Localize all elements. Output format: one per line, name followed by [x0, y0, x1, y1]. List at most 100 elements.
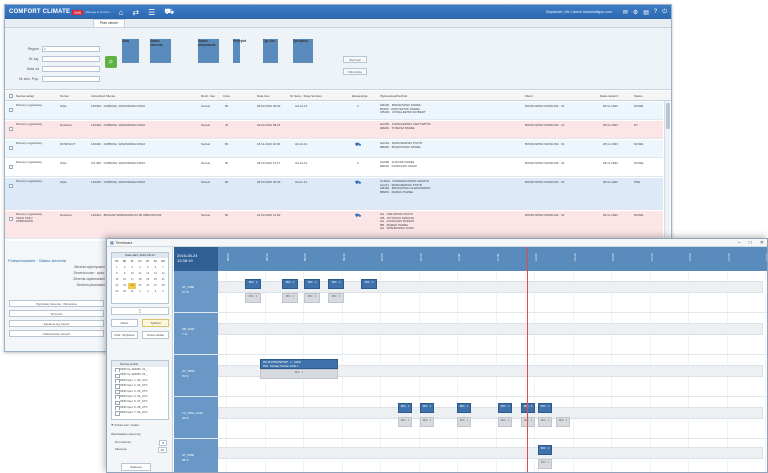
calendar-day[interactable]: 29: [113, 289, 121, 295]
select-all-checkbox[interactable]: [9, 94, 13, 98]
lane-track[interactable]: [218, 407, 763, 419]
mail-icon[interactable]: ✉: [623, 9, 628, 16]
column-header[interactable]: Adres/Kod Klienta: [91, 94, 115, 98]
settings-icon[interactable]: ⚙: [633, 9, 638, 16]
job-block[interactable]: RN1 · 1: [521, 403, 535, 413]
table-row[interactable]: Dzienny wyjazdowy DOWOLNY 140400 · OZIĘDNA…: [5, 140, 663, 158]
column-header[interactable]: Data zakończ.: [600, 94, 619, 98]
tentative-job-block[interactable]: RN1 · 1: [556, 417, 570, 427]
lane-track[interactable]: [218, 323, 763, 335]
row-checkbox[interactable]: [9, 146, 13, 150]
clear-button[interactable]: Wyczyść: [9, 310, 104, 317]
plan-orders-button[interactable]: Zaplanuj wg zleceń: [9, 320, 104, 327]
transfer-icon[interactable]: ⇄: [132, 8, 139, 17]
resource-label[interactable]: SB_2000 7 %: [174, 313, 218, 354]
calendar-day[interactable]: 30: [121, 289, 129, 295]
calendar-day[interactable]: 4: [159, 289, 167, 295]
row-checkbox[interactable]: [9, 108, 13, 112]
column-header[interactable]: Status: [634, 94, 643, 98]
region-input[interactable]: x: [42, 46, 100, 52]
job-block[interactable]: RN1 · 1: [282, 279, 298, 289]
delivery-truck-icon[interactable]: ⛟: [355, 180, 361, 187]
chart-icon[interactable]: ▤: [643, 9, 649, 16]
maximize-icon[interactable]: □: [749, 240, 752, 246]
scroll-thumb[interactable]: [666, 103, 670, 129]
help-icon[interactable]: ?: [654, 9, 657, 15]
job-block[interactable]: RN1 · 1: [245, 279, 261, 289]
week-view-button[interactable]: Tydzień: [142, 319, 169, 327]
column-header[interactable]: Czas: [223, 94, 230, 98]
job-block[interactable]: RN1 · 1: [420, 403, 434, 413]
row-checkbox[interactable]: [9, 217, 13, 221]
job-block[interactable]: RN1 · 1: [361, 279, 377, 289]
minimize-icon[interactable]: –: [738, 240, 741, 246]
job-block[interactable]: RN1 · 1: [457, 403, 471, 413]
row-checkbox[interactable]: [9, 127, 13, 131]
calendar-day[interactable]: 2: [144, 289, 152, 295]
row-checkbox[interactable]: [9, 184, 13, 188]
tentative-job-block[interactable]: RN1 · 1: [498, 417, 512, 427]
tentative-job-block[interactable]: RN1 · 1: [304, 293, 320, 303]
clear-filters-button[interactable]: Wyczyść: [343, 56, 367, 63]
lane-track[interactable]: [218, 447, 763, 459]
job-block[interactable]: RN1 · 1: [328, 279, 344, 289]
show-all-checkbox[interactable]: ⚑ Pokaż wsz. zadań: [111, 423, 139, 427]
setting-value[interactable]: 20: [157, 447, 167, 453]
tentative-job-block[interactable]: RN1 · 1: [538, 417, 552, 427]
row-checkbox[interactable]: [9, 165, 13, 169]
job-block[interactable]: RN1 · 1: [538, 403, 552, 413]
job-block[interactable]: RN1 · 1: [498, 403, 512, 413]
delivery-truck-icon[interactable]: ⛟: [355, 142, 361, 149]
date-from-input[interactable]: [42, 66, 100, 72]
tentative-job-block[interactable]: RN1 · 1: [457, 417, 471, 427]
tentative-job-block[interactable]: RN1 · 1: [245, 293, 261, 303]
today-button[interactable]: Dziś / Wybrane: [111, 331, 138, 339]
job-block[interactable]: RN 45·RTRANSPORT · 1 · 10000 TRN · Monda…: [260, 359, 338, 369]
delivery-truck-icon[interactable]: ⛟: [355, 213, 361, 220]
calendar-day[interactable]: 31: [128, 289, 136, 295]
search-button[interactable]: ⌕: [105, 56, 117, 68]
truck-icon[interactable]: ⛟: [164, 7, 174, 17]
day-view-button[interactable]: Dzień: [111, 319, 138, 327]
table-scrollbar[interactable]: [664, 101, 670, 241]
table-row[interactable]: Dzienny wyjazdowy Wpis OA 400 · OZIĘDNA, W…: [5, 159, 663, 177]
column-header[interactable]: Klient: [525, 94, 533, 98]
table-row[interactable]: Dzienny wyjazdowy Dowolna 140400 · OZIĘDNA…: [5, 121, 663, 139]
refresh-button[interactable]: Odświeżanie danych: [9, 330, 104, 337]
job-block[interactable]: RN1 · 1: [304, 279, 320, 289]
setting-value[interactable]: 8: [159, 440, 167, 446]
tentative-job-block[interactable]: RN1 · 1: [521, 417, 535, 427]
table-row[interactable]: Dzienny wyjazdowy TECH ONLY ODBIORÓW Dowo…: [5, 211, 663, 239]
tentative-job-block[interactable]: RN1 · 1: [328, 293, 344, 303]
column-header[interactable]: Data zlec.: [257, 94, 270, 98]
user-info[interactable]: Dispatcher | Mr Lokesh Sarkarlaltigon.co…: [546, 10, 612, 14]
lane-track[interactable]: [218, 281, 763, 293]
tentative-job-block[interactable]: RN1 · 1: [420, 417, 434, 427]
tentative-job-block[interactable]: RN1 · 1: [538, 459, 552, 469]
column-header[interactable]: Rodz. zlec.: [201, 94, 216, 98]
profile-list-item[interactable]: SPR Oper. 7. 09_UTC: [112, 410, 168, 416]
calendar-day[interactable]: 1: [136, 289, 144, 295]
tab-plan[interactable]: Plan zleceń: [93, 19, 126, 27]
order-number-input[interactable]: [42, 76, 100, 82]
list-icon[interactable]: ☰: [148, 8, 155, 17]
job-block[interactable]: RN1 · 1: [398, 403, 412, 413]
apply-button[interactable]: Zastosuj: [121, 463, 151, 471]
change-view-button[interactable]: Zmień widok: [142, 331, 169, 339]
resource-label[interactable]: SC_5050 52 %: [174, 355, 218, 396]
column-header[interactable]: Nr Serw. / Data Serwisu: [290, 94, 322, 98]
logout-icon[interactable]: ⏻: [662, 9, 667, 16]
tentative-job-block[interactable]: RN1 · 1: [398, 417, 412, 427]
column-header[interactable]: Ekspedycja: [352, 94, 367, 98]
apply-filters-button[interactable]: Filtruj listę: [343, 68, 367, 75]
tentative-job-block[interactable]: RN1 · 1: [260, 369, 338, 379]
resource-label[interactable]: ST_1080 57 %: [174, 271, 218, 312]
resource-label[interactable]: TC_2251_1040 36 %: [174, 397, 218, 438]
job-block[interactable]: RN1 · 1: [538, 445, 552, 455]
calendar-day[interactable]: 3: [152, 289, 160, 295]
number-input[interactable]: [42, 56, 100, 62]
resource-label[interactable]: ST_5080 58 %: [174, 439, 218, 472]
table-row[interactable]: Dzienny wyjazdowy Wpis 140400 · OZIĘDNA, W…: [5, 178, 663, 210]
search-orders-button[interactable]: Wyszukaj zlecenia · filtrowanie: [9, 300, 104, 307]
column-header[interactable]: Nazwa usługi: [16, 94, 34, 98]
